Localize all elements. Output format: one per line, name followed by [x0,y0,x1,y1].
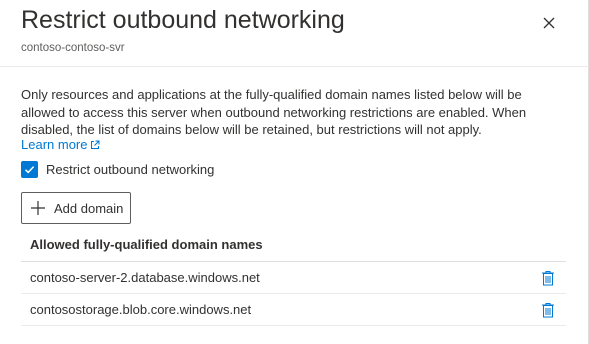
trash-icon [542,270,554,285]
table-row: contoso-server-2.database.windows.net [21,262,566,294]
header-divider [0,66,589,67]
close-button[interactable] [540,14,558,32]
trash-icon [542,302,554,317]
close-icon [543,17,555,29]
domain-cell: contoso-server-2.database.windows.net [30,270,260,285]
checkmark-icon [24,166,35,174]
add-domain-button[interactable]: Add domain [21,192,131,224]
restrict-outbound-networking-panel: Restrict outbound networking contoso-con… [0,0,589,344]
panel-title: Restrict outbound networking [21,6,345,34]
table-row: contosostorage.blob.core.windows.net [21,294,566,326]
restrict-outbound-checkbox-label[interactable]: Restrict outbound networking [46,162,214,177]
delete-domain-button[interactable] [540,269,556,287]
delete-domain-button[interactable] [540,301,556,319]
learn-more-label: Learn more [21,137,88,152]
external-link-icon [91,140,100,149]
restrict-outbound-checkbox[interactable] [21,161,38,178]
panel-subtitle: contoso-contoso-svr [21,42,125,54]
learn-more-link[interactable]: Learn more [21,137,100,152]
plus-icon [31,201,45,215]
restrict-outbound-checkbox-row: Restrict outbound networking [21,161,214,178]
domains-table-header: Allowed fully-qualified domain names [21,228,566,262]
description-text: Only resources and applications at the f… [21,87,527,137]
domains-table: Allowed fully-qualified domain names con… [21,228,566,326]
add-domain-label: Add domain [54,200,124,216]
domain-cell: contosostorage.blob.core.windows.net [30,302,252,317]
